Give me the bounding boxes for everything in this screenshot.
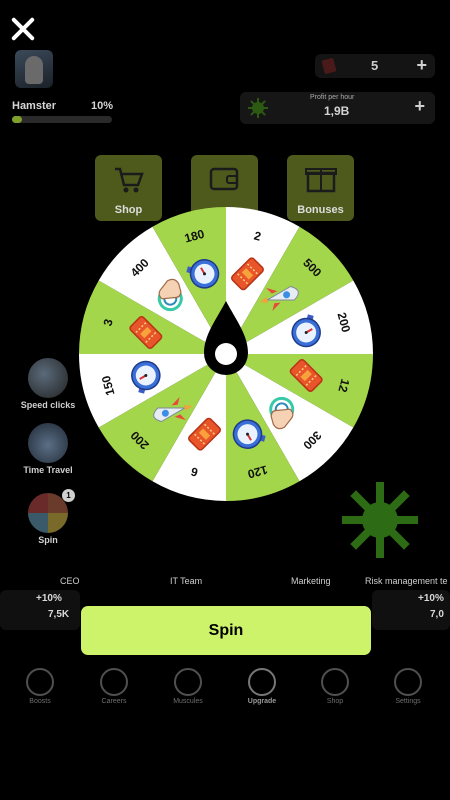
spin-badge: 1 xyxy=(62,489,75,502)
stopwatch-icon xyxy=(28,423,68,463)
card-risk[interactable]: +10% 7,0 xyxy=(372,590,450,630)
bottom-nav: Boosts Careers Muscules Upgrade Shop Set… xyxy=(0,660,450,715)
gift-icon xyxy=(305,168,337,193)
profit-per-hour: Profit per hour 1,9B + xyxy=(240,92,435,124)
nav-careers-label: Careers xyxy=(101,698,127,705)
keys-counter: 5 + xyxy=(315,54,435,78)
rocket-icon xyxy=(28,358,68,398)
card-risk-bonus: +10% xyxy=(418,593,444,604)
wheel-icon xyxy=(28,493,68,533)
card-ceo[interactable]: +10% 7,5K xyxy=(0,590,80,630)
gear-icon xyxy=(394,668,422,696)
brain-icon xyxy=(100,668,128,696)
spin-button[interactable]: Spin xyxy=(81,606,371,655)
nav-shop[interactable]: Shop xyxy=(305,668,365,705)
time-travel-label: Time Travel xyxy=(23,465,73,475)
avatar xyxy=(15,50,53,88)
nav-shop-label: Shop xyxy=(326,698,344,705)
nav-boosts[interactable]: Boosts xyxy=(10,668,70,705)
nav-upgrade[interactable]: Upgrade xyxy=(232,668,292,705)
coin-icon xyxy=(248,98,268,118)
level-progress-bar xyxy=(12,116,112,123)
card-title-marketing: Marketing xyxy=(291,576,331,586)
card-title-it-team: IT Team xyxy=(170,576,203,586)
nav-muscules[interactable]: Muscules xyxy=(158,668,218,705)
card-title-ceo: CEO xyxy=(60,576,80,586)
card-ceo-bonus: +10% xyxy=(36,593,62,604)
key-icon xyxy=(321,57,337,75)
upgrade-icon xyxy=(248,668,276,696)
prize-wheel[interactable]: 25002001230012062001503400180 xyxy=(78,205,374,503)
card-risk-value: 7,0 xyxy=(430,609,444,620)
profit-label: Profit per hour xyxy=(310,94,355,101)
nav-muscules-label: Muscules xyxy=(173,698,203,705)
time-travel-item[interactable]: Time Travel xyxy=(14,423,82,475)
add-keys-button[interactable]: + xyxy=(416,55,427,76)
spin-label: Spin xyxy=(38,535,58,545)
nav-boosts-label: Boosts xyxy=(29,698,51,705)
close-button[interactable] xyxy=(8,14,38,44)
card-ceo-value: 7,5K xyxy=(48,609,70,620)
player-level-percent: 10% xyxy=(91,100,114,112)
speed-clicks-label: Speed clicks xyxy=(20,400,76,410)
nav-settings-label: Settings xyxy=(395,698,421,705)
level-progress-fill xyxy=(12,116,22,123)
nav-careers[interactable]: Careers xyxy=(84,668,144,705)
nav-settings[interactable]: Settings xyxy=(378,668,438,705)
cart-icon xyxy=(321,668,349,696)
skull-icon xyxy=(26,668,54,696)
shopping-cart-icon xyxy=(115,167,144,193)
muscle-icon xyxy=(174,668,202,696)
speed-clicks-item[interactable]: Speed clicks xyxy=(14,358,82,410)
keys-count: 5 xyxy=(371,58,379,73)
nav-upgrade-label: Upgrade xyxy=(247,698,277,705)
wallet-icon xyxy=(209,167,239,191)
card-title-risk: Risk management te xyxy=(365,576,448,586)
add-profit-button[interactable]: + xyxy=(414,96,425,117)
pointer-hub xyxy=(215,343,237,365)
spin-item[interactable]: 1 Spin xyxy=(14,489,82,545)
profit-value: 1,9B xyxy=(324,104,350,118)
player-name: Hamster xyxy=(12,100,57,112)
